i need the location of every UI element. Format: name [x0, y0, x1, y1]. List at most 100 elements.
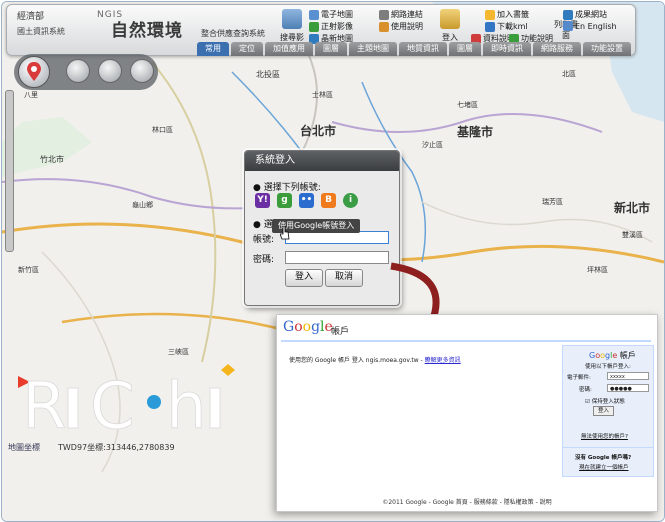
flickr-icon[interactable]: •• — [299, 193, 314, 208]
create-account-box: 沒有 Google 帳戶嗎? 現在就建立一個帳戶 — [562, 447, 654, 477]
app-title: 自然環境 — [111, 21, 183, 41]
tab-layers-2[interactable]: 圖層 — [449, 42, 481, 56]
openid-icon[interactable]: i — [343, 193, 358, 208]
header-divider — [281, 340, 651, 342]
help-button[interactable]: 使用說明 — [379, 21, 423, 32]
download-icon — [485, 21, 495, 32]
cant-access-link[interactable]: 無法使用您的帳戶? — [581, 432, 628, 440]
svg-text:h: h — [166, 370, 207, 438]
svg-text:七堵區: 七堵區 — [457, 100, 478, 109]
tab-locate[interactable]: 定位 — [231, 42, 263, 56]
google-signin-button[interactable]: 登入 — [593, 406, 615, 416]
link-icon — [379, 9, 389, 20]
dialog-title: 系統登入 — [245, 151, 399, 171]
password-field[interactable] — [285, 251, 389, 264]
map-icon — [309, 9, 319, 20]
google-footer: ©2011 Google - Google 首頁 - 服務條款 - 隱私權政策 … — [382, 499, 552, 506]
svg-text:汐止區: 汐止區 — [422, 140, 443, 149]
svg-text:北投區: 北投區 — [256, 69, 280, 79]
email-field[interactable]: xxxxx — [607, 372, 649, 380]
no-account-label: 沒有 Google 帳戶嗎? — [575, 455, 632, 461]
svg-text:新竹區: 新竹區 — [18, 265, 39, 274]
blogger-icon[interactable]: B — [321, 193, 336, 208]
tab-realtime[interactable]: 即時資訊 — [483, 42, 531, 56]
svg-text:C: C — [90, 370, 135, 438]
svg-text:坪林區: 坪林區 — [587, 265, 608, 274]
zoom-slider[interactable] — [5, 90, 14, 252]
emap-button[interactable]: 電子地圖 — [309, 9, 353, 20]
bookmark-button[interactable]: 加入書籤 — [485, 9, 529, 20]
hand-cursor-icon — [280, 226, 290, 240]
tab-value-added[interactable]: 加值應用 — [265, 42, 313, 56]
tab-web-service[interactable]: 網路服務 — [533, 42, 581, 56]
signin-box-subtitle: 使用以下帳戶登入: — [585, 364, 631, 370]
globe-icon — [563, 9, 573, 20]
status-bar: 地圖坐標 TWD97坐標:313446,2780839 — [2, 440, 302, 454]
english-button[interactable]: En English — [563, 21, 617, 31]
kml-button[interactable]: 下載kml — [485, 21, 528, 32]
ministry-sub-label: 國土資訊系統 — [17, 27, 65, 36]
plus-icon — [309, 21, 319, 32]
password-label: 密碼: — [253, 255, 275, 265]
yahoo-icon[interactable]: Y! — [255, 193, 270, 208]
location-pin-icon — [27, 62, 41, 81]
google-icon[interactable]: g — [277, 193, 292, 208]
svg-text:八里: 八里 — [24, 91, 38, 99]
image-search-icon — [282, 9, 302, 29]
svg-text:林口區: 林口區 — [152, 125, 173, 134]
google-password-label: 密碼: — [579, 387, 592, 393]
weblink-button[interactable]: 網路連結 — [379, 9, 423, 20]
svg-text:雙溪區: 雙溪區 — [622, 230, 643, 239]
remember-checkbox[interactable]: ☑ 保持登入狀態 — [585, 397, 625, 405]
google-logo: Google — [283, 319, 333, 335]
pan-tool-button[interactable] — [66, 59, 90, 83]
submit-login-button[interactable]: 登入 — [285, 269, 323, 287]
svg-text:瑞芳區: 瑞芳區 — [542, 197, 563, 206]
select-account-label: ● 選擇下列帳號: — [253, 183, 321, 193]
svg-text:新北市: 新北市 — [614, 200, 650, 215]
svg-text:台北市: 台北市 — [300, 123, 336, 138]
tab-theme-map[interactable]: 主題地圖 — [349, 42, 397, 56]
google-password-field[interactable]: ●●●●● — [607, 384, 649, 392]
help-icon — [379, 21, 389, 32]
cancel-button[interactable]: 取消 — [325, 269, 363, 287]
account-heading: 帳戶 — [331, 327, 350, 337]
map-nav-control — [14, 54, 158, 90]
search-image-button[interactable]: 搜尋影像 — [277, 9, 307, 53]
locate-pin-button[interactable] — [18, 56, 50, 88]
svg-text:竹北市: 竹北市 — [40, 154, 64, 164]
create-account-link[interactable]: 現在就建立一個帳戶 — [579, 463, 629, 471]
login-button[interactable]: 登入 — [435, 9, 465, 43]
richi-logo: R C h — [18, 364, 235, 438]
key-icon — [440, 9, 460, 29]
map-source-link[interactable]: 地圖坐標 — [8, 442, 40, 453]
svg-text:士林區: 士林區 — [312, 90, 333, 99]
svg-text:龜山鄉: 龜山鄉 — [132, 200, 153, 209]
star-icon — [485, 9, 495, 20]
tab-common[interactable]: 常用 — [197, 42, 229, 56]
tab-settings[interactable]: 功能設置 — [583, 42, 631, 56]
screenshot-frame: 北投區 士林區 台北市 基隆市 七堵區 汐止區 林口區 竹北市 龜山鄉 新竹區 … — [1, 1, 665, 522]
ministry-label: 經濟部 — [17, 12, 45, 22]
app-subtitle: 整合供應查詢系統 — [201, 29, 265, 38]
tab-geology[interactable]: 地質資訊 — [399, 42, 447, 56]
tab-bar: 常用 定位 加值應用 圖層 主題地圖 地質資訊 圖層 即時資訊 網路服務 功能設… — [197, 42, 631, 56]
results-site-button[interactable]: 成果網站 — [563, 9, 607, 20]
signin-message: 使用您的 Google 帳戶 登入 ngis.moea.gov.tw - 瞭解更… — [289, 357, 461, 364]
svg-text:R: R — [22, 370, 66, 438]
username-label: 帳號: — [253, 235, 275, 245]
flag-icon — [563, 21, 573, 31]
google-signin-page: Google 帳戶 使用您的 Google 帳戶 登入 ngis.moea.go… — [276, 314, 658, 512]
main-toolbar: 經濟部 國土資訊系統 NGIS 自然環境 整合供應查詢系統 電子地圖 正射影像 … — [6, 4, 636, 56]
measure-tool-button[interactable] — [98, 59, 122, 83]
coords-readout: TWD97坐標:313446,2780839 — [58, 443, 175, 452]
zoom-tool-button[interactable] — [130, 59, 154, 83]
tab-layers[interactable]: 圖層 — [315, 42, 347, 56]
ortho-button[interactable]: 正射影像 — [309, 21, 353, 32]
learn-more-link[interactable]: 瞭解更多資訊 — [425, 357, 461, 364]
svg-text:基隆市: 基隆市 — [456, 124, 493, 139]
svg-text:三峽區: 三峽區 — [168, 347, 189, 356]
svg-text:北區: 北區 — [562, 70, 576, 78]
site-logo[interactable]: 經濟部 國土資訊系統 NGIS 自然環境 整合供應查詢系統 — [15, 8, 277, 42]
email-label: 電子郵件: — [567, 375, 591, 381]
